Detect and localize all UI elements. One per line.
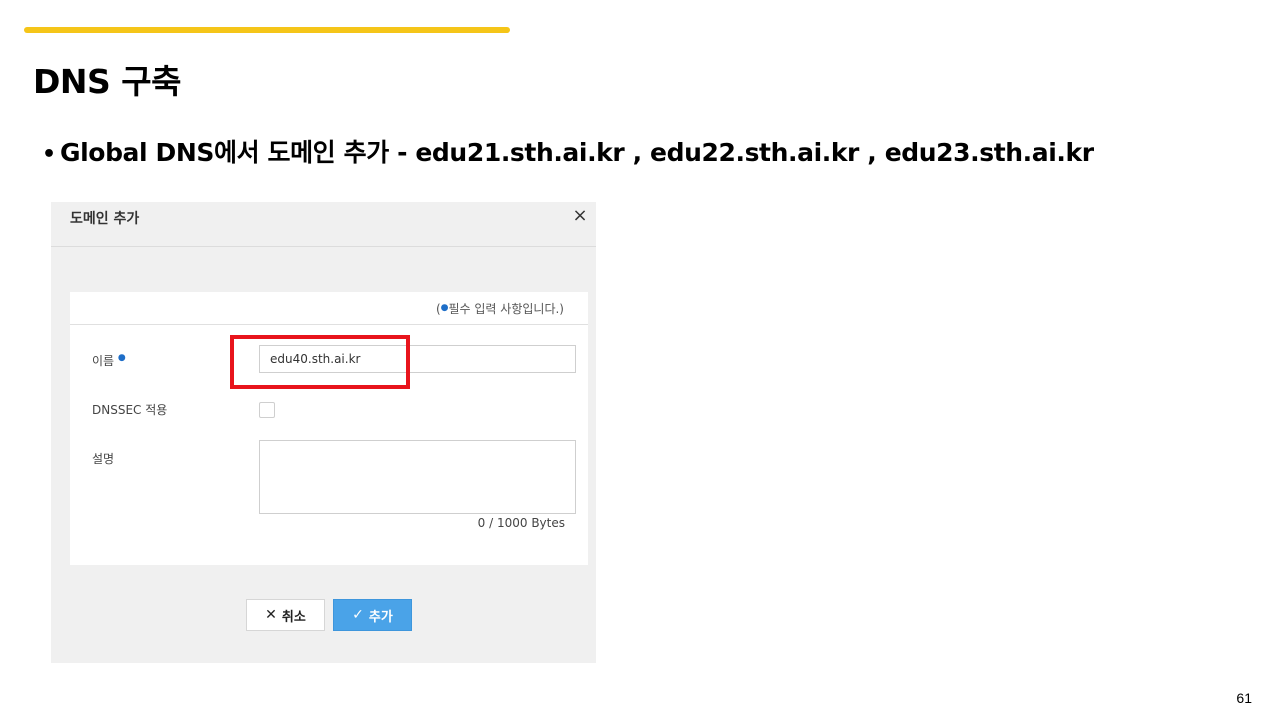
dnssec-label: DNSSEC 적용: [92, 403, 168, 417]
add-button-label: 추가: [368, 609, 393, 625]
required-dot-icon: ●: [440, 303, 449, 313]
name-label: 이름 ●: [92, 352, 126, 369]
required-note: (●필수 입력 사항입니다.): [436, 300, 564, 317]
panel-divider: [70, 324, 588, 325]
add-button[interactable]: ✓ 추가: [333, 599, 412, 631]
close-icon[interactable]: ×: [572, 207, 588, 225]
required-dot-icon: ●: [117, 353, 126, 363]
form-panel: (●필수 입력 사항입니다.) 이름 ● DNSSEC 적용 설명 0 / 10…: [70, 292, 588, 565]
required-note-text: 필수 입력 사항입니다.): [448, 302, 565, 316]
bullet-line: • Global DNS에서 도메인 추가 - edu21.sth.ai.kr ,…: [42, 133, 1094, 169]
check-icon: ✓: [352, 607, 364, 623]
close-icon: ✕: [265, 607, 277, 623]
page-number: 61: [1236, 690, 1252, 706]
bullet-dot: •: [42, 142, 56, 167]
slide-title: DNS 구축: [33, 62, 182, 101]
name-label-text: 이름: [92, 354, 115, 368]
add-domain-dialog: 도메인 추가 × (●필수 입력 사항입니다.) 이름 ● DNSSEC 적용 …: [51, 202, 596, 663]
accent-bar: [24, 27, 510, 33]
bullet-text: Global DNS에서 도메인 추가 - edu21.sth.ai.kr , …: [60, 138, 1094, 167]
dnssec-checkbox[interactable]: [259, 402, 275, 418]
dialog-title: 도메인 추가: [70, 211, 140, 227]
byte-counter: 0 / 1000 Bytes: [477, 516, 565, 530]
description-label: 설명: [92, 452, 115, 466]
dialog-header: 도메인 추가 ×: [51, 202, 596, 247]
cancel-button[interactable]: ✕ 취소: [246, 599, 325, 631]
name-input[interactable]: [259, 345, 576, 373]
description-textarea[interactable]: [259, 440, 576, 514]
cancel-button-label: 취소: [281, 609, 306, 625]
